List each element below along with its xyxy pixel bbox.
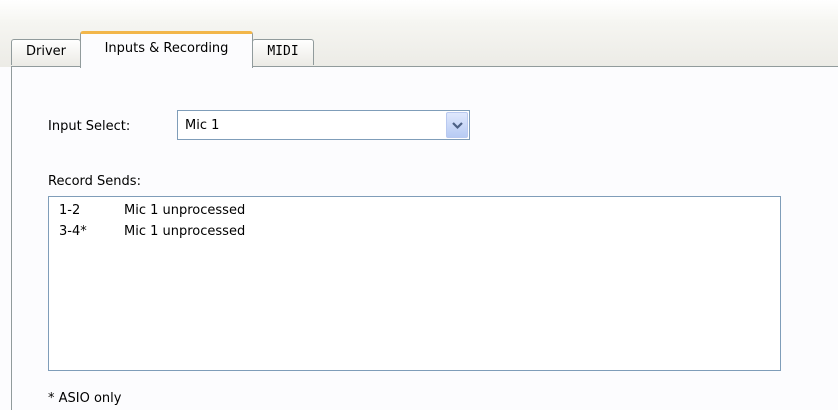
record-sends-list[interactable]: 1-2 Mic 1 unprocessed 3-4* Mic 1 unproce… <box>48 196 781 371</box>
list-item-channels: 1-2 <box>59 203 81 218</box>
tab-driver-label: Driver <box>25 44 66 59</box>
list-item-source: Mic 1 unprocessed <box>124 203 246 218</box>
chevron-down-icon <box>452 122 463 130</box>
list-item-channels: 3-4* <box>59 224 87 239</box>
asio-footnote: * ASIO only <box>48 391 122 406</box>
tab-driver[interactable]: Driver <box>11 39 81 65</box>
list-item-source: Mic 1 unprocessed <box>124 224 246 239</box>
tab-midi[interactable]: MIDI <box>252 39 314 65</box>
input-select-value: Mic 1 <box>185 118 220 133</box>
settings-window: Driver MIDI Inputs & Recording Input Sel… <box>0 0 838 410</box>
tab-midi-label: MIDI <box>267 44 299 59</box>
dropdown-button[interactable] <box>446 112 468 138</box>
record-sends-label: Record Sends: <box>48 174 141 189</box>
title-strip <box>0 0 838 20</box>
tab-inputs-recording[interactable]: Inputs & Recording <box>80 31 253 68</box>
input-select-dropdown[interactable]: Mic 1 <box>177 110 470 140</box>
tab-inputs-recording-label: Inputs & Recording <box>104 41 229 56</box>
input-select-label: Input Select: <box>48 119 131 134</box>
